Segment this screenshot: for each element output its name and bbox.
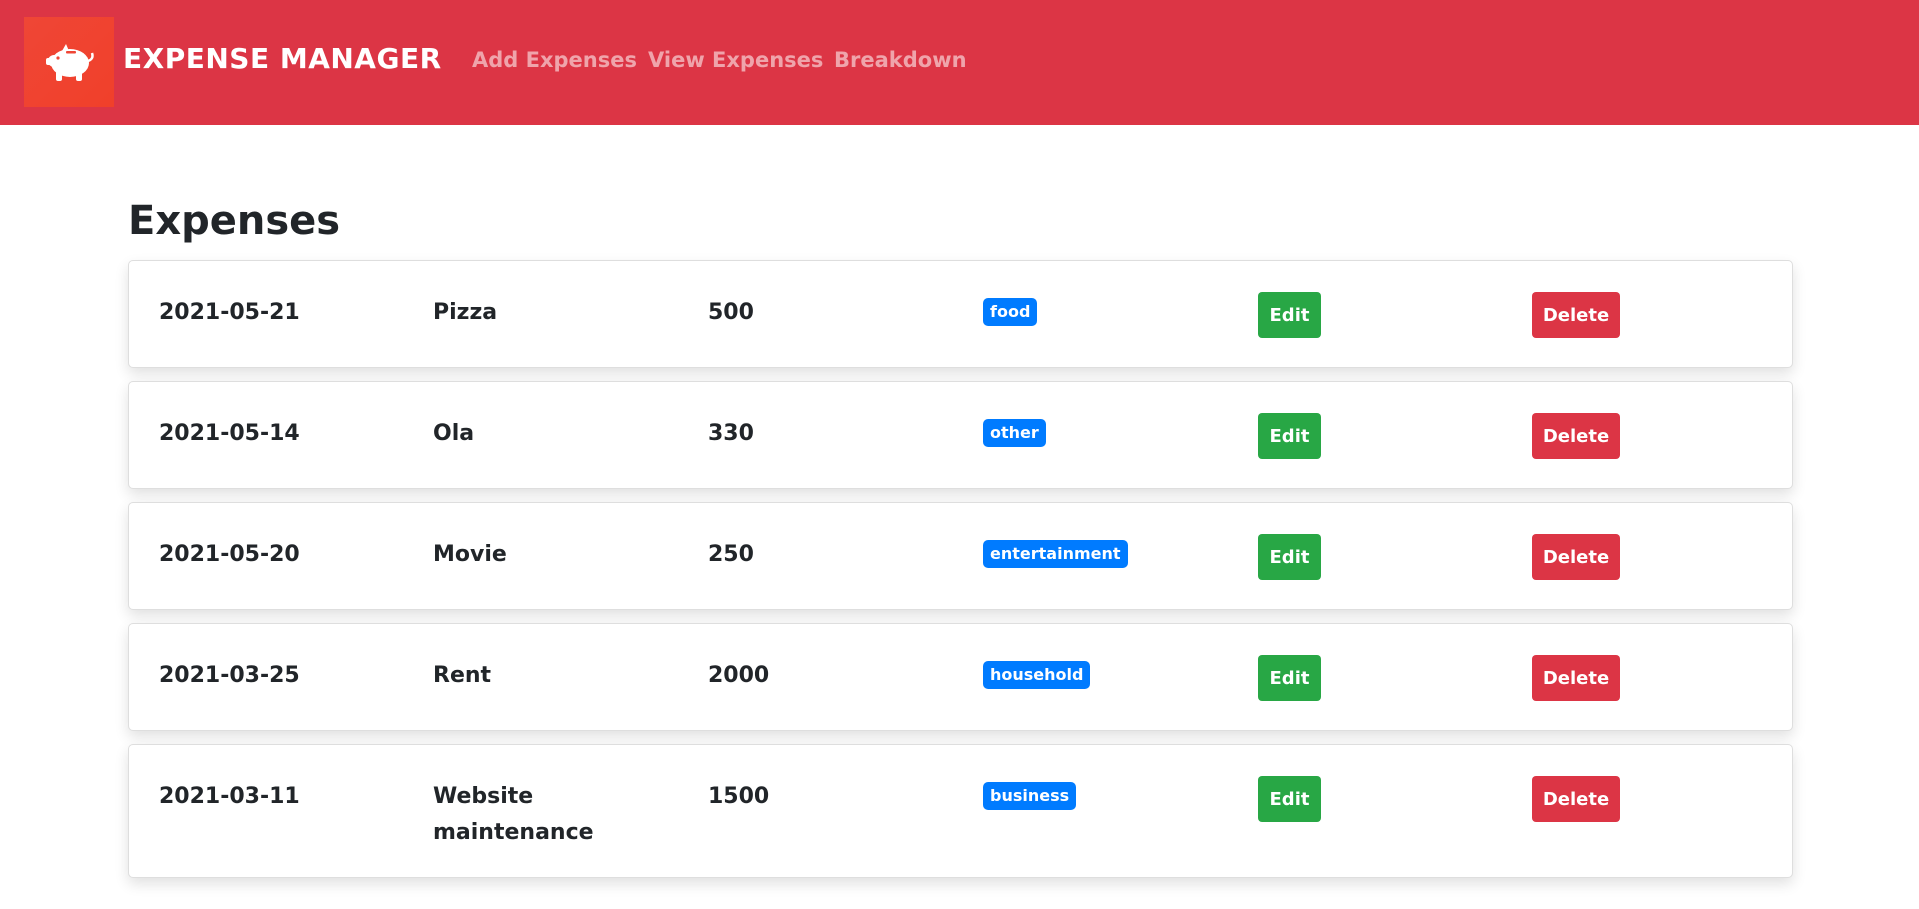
expense-amount: 1500 bbox=[708, 784, 770, 809]
edit-button[interactable]: Edit bbox=[1258, 534, 1321, 580]
expense-date: 2021-03-11 bbox=[159, 784, 300, 809]
expense-amount: 2000 bbox=[708, 663, 770, 688]
delete-button[interactable]: Delete bbox=[1532, 776, 1620, 822]
expense-name: Ola bbox=[433, 421, 475, 446]
expense-amount: 500 bbox=[708, 300, 754, 325]
category-badge: food bbox=[983, 298, 1038, 326]
expense-date: 2021-05-21 bbox=[159, 300, 300, 325]
edit-button[interactable]: Edit bbox=[1258, 776, 1321, 822]
delete-button[interactable]: Delete bbox=[1532, 413, 1620, 459]
nav-breakdown[interactable]: Breakdown bbox=[834, 48, 967, 72]
expense-name: Pizza bbox=[433, 300, 498, 325]
expense-date: 2021-05-14 bbox=[159, 421, 300, 446]
expense-name: Website maintenance bbox=[433, 784, 594, 845]
expense-name: Rent bbox=[433, 663, 492, 688]
expense-row: 2021-03-25 Rent 2000 household Edit Dele… bbox=[128, 623, 1793, 731]
edit-button[interactable]: Edit bbox=[1258, 655, 1321, 701]
expense-row: 2021-05-14 Ola 330 other Edit Delete bbox=[128, 381, 1793, 489]
delete-button[interactable]: Delete bbox=[1532, 534, 1620, 580]
expense-date: 2021-05-20 bbox=[159, 542, 300, 567]
category-badge: other bbox=[983, 419, 1046, 447]
piggy-bank-icon bbox=[46, 44, 94, 81]
edit-button[interactable]: Edit bbox=[1258, 413, 1321, 459]
edit-button[interactable]: Edit bbox=[1258, 292, 1321, 338]
expense-amount: 250 bbox=[708, 542, 754, 567]
delete-button[interactable]: Delete bbox=[1532, 292, 1620, 338]
page-title: Expenses bbox=[128, 198, 341, 244]
brand-title[interactable]: EXPENSE MANAGER bbox=[123, 42, 442, 75]
expense-list: 2021-05-21 Pizza 500 food Edit Delete 20… bbox=[128, 260, 1793, 891]
expense-row: 2021-05-21 Pizza 500 food Edit Delete bbox=[128, 260, 1793, 368]
delete-button[interactable]: Delete bbox=[1532, 655, 1620, 701]
expense-amount: 330 bbox=[708, 421, 754, 446]
expense-row: 2021-03-11 Website maintenance 1500 busi… bbox=[128, 744, 1793, 878]
category-badge: entertainment bbox=[983, 540, 1128, 568]
expense-date: 2021-03-25 bbox=[159, 663, 300, 688]
category-badge: business bbox=[983, 782, 1077, 810]
nav-add-expenses[interactable]: Add Expenses bbox=[472, 48, 637, 72]
navbar: EXPENSE MANAGER Add Expenses View Expens… bbox=[0, 0, 1919, 125]
logo[interactable] bbox=[24, 17, 114, 107]
expense-row: 2021-05-20 Movie 250 entertainment Edit … bbox=[128, 502, 1793, 610]
expense-name: Movie bbox=[433, 542, 507, 567]
category-badge: household bbox=[983, 661, 1091, 689]
nav-view-expenses[interactable]: View Expenses bbox=[648, 48, 823, 72]
